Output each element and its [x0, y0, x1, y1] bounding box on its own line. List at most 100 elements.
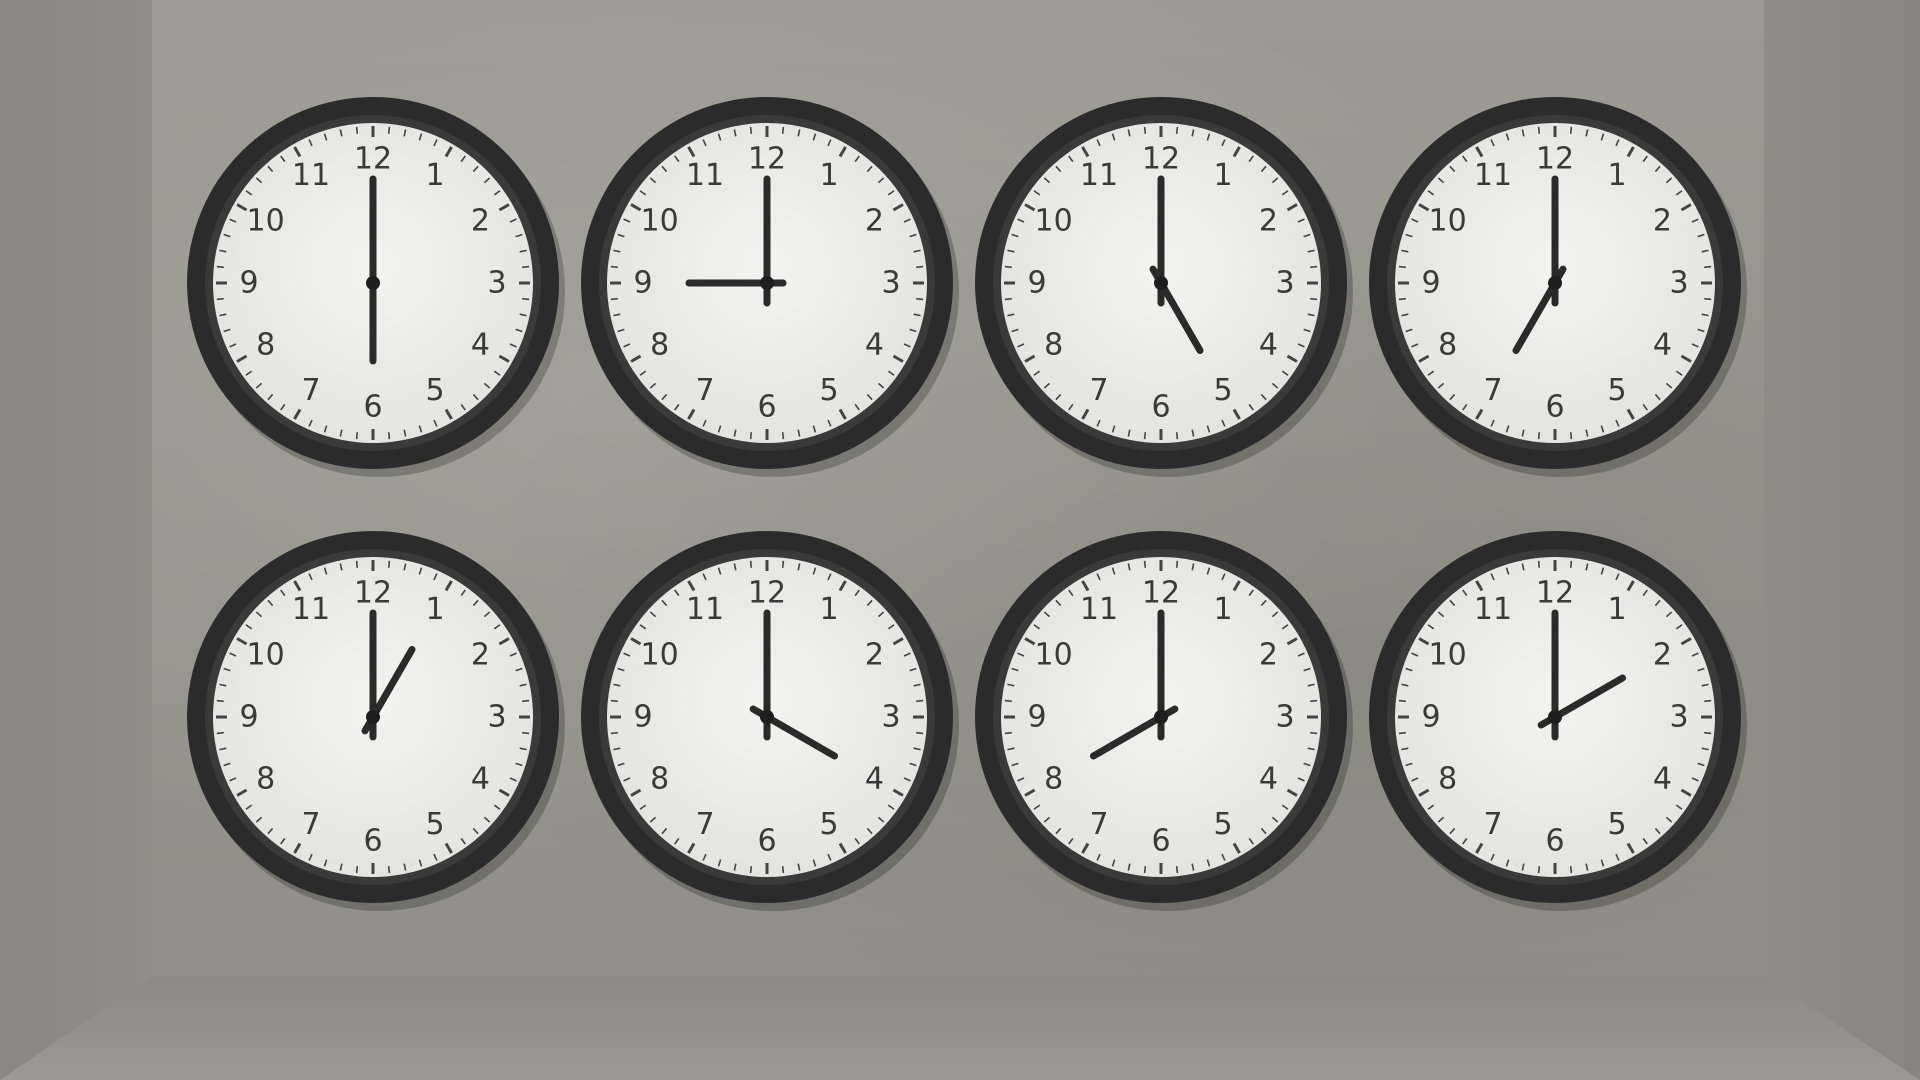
clock-numeral-1: 1: [1607, 592, 1626, 627]
clock-numeral-9: 9: [239, 700, 258, 735]
clock-numeral-5: 5: [425, 373, 444, 408]
clock-numeral-4: 4: [865, 762, 884, 797]
minute-tick: [216, 265, 224, 269]
center-cap: [366, 710, 380, 724]
minute-tick: [916, 297, 924, 301]
minute-tick: [1704, 297, 1712, 301]
center-cap: [1548, 710, 1562, 724]
minute-tick: [522, 699, 530, 703]
minute-tick: [1175, 126, 1179, 134]
clock-numeral-2: 2: [865, 638, 884, 673]
clock-numeral-10: 10: [247, 638, 285, 673]
clock-numeral-7: 7: [1483, 807, 1502, 842]
minute-tick: [916, 265, 924, 269]
clock-numeral-12: 12: [354, 142, 392, 177]
clock-numeral-3: 3: [487, 700, 506, 735]
clock-numeral-12: 12: [354, 576, 392, 611]
clock-graphic: 12 12 3 45 6 78 9 1011: [975, 531, 1353, 911]
clock-graphic: 12 12 3 45 6 78 9 1011: [1369, 531, 1747, 911]
right-wall: [1764, 0, 1920, 1080]
clock-numeral-1: 1: [819, 592, 838, 627]
clock-numeral-10: 10: [247, 204, 285, 239]
clock-graphic: 12 12 3 45 6 78 9 1011: [187, 531, 565, 911]
minute-tick: [1004, 731, 1012, 735]
minute-tick: [749, 432, 753, 440]
minute-tick: [1398, 297, 1406, 301]
minute-tick: [522, 731, 530, 735]
clock-numeral-10: 10: [1035, 638, 1073, 673]
clock-numeral-11: 11: [1080, 158, 1118, 193]
clock-graphic: 12 12 3 45 6 78 9 1011: [187, 97, 565, 477]
minute-tick: [610, 265, 618, 269]
clock-numeral-4: 4: [865, 328, 884, 363]
clock-numeral-8: 8: [650, 328, 669, 363]
clock-numeral-2: 2: [1259, 204, 1278, 239]
minute-tick: [1398, 265, 1406, 269]
clock-numeral-11: 11: [686, 158, 724, 193]
minute-tick: [387, 866, 391, 874]
wall-clock-5: 12 1 2 3 4 5 6 7 8 9 10 11: [183, 527, 565, 911]
clock-numeral-1: 1: [425, 158, 444, 193]
clock-numeral-1: 1: [425, 592, 444, 627]
minute-tick: [1143, 560, 1147, 568]
clock-numeral-10: 10: [1429, 204, 1467, 239]
minute-tick: [1569, 432, 1573, 440]
minute-tick: [781, 560, 785, 568]
clock-numeral-11: 11: [1080, 592, 1118, 627]
clock-numeral-11: 11: [686, 592, 724, 627]
clock-numeral-6: 6: [363, 824, 382, 859]
clock-numeral-8: 8: [1438, 762, 1457, 797]
clock-numeral-6: 6: [1151, 390, 1170, 425]
wall-clock-8: 12 1 2 3 4 5 6 7 8 9 10 11: [1365, 527, 1747, 911]
minute-tick: [1704, 731, 1712, 735]
clock-numeral-9: 9: [1027, 700, 1046, 735]
clock-numeral-1: 1: [819, 158, 838, 193]
wall-clock-3: 12 1 2 3 4 5 6 7 8 9 10 11: [971, 93, 1353, 477]
clock-numeral-10: 10: [641, 638, 679, 673]
minute-tick: [1004, 699, 1012, 703]
clock-numeral-5: 5: [819, 807, 838, 842]
clock-numeral-12: 12: [1536, 142, 1574, 177]
clock-numeral-11: 11: [1474, 158, 1512, 193]
clock-numeral-11: 11: [1474, 592, 1512, 627]
clock-numeral-3: 3: [1275, 700, 1294, 735]
minute-tick: [610, 731, 618, 735]
floor: [0, 976, 1920, 1080]
clock-numeral-2: 2: [1653, 204, 1672, 239]
minute-tick: [1143, 432, 1147, 440]
clock-numeral-1: 1: [1213, 592, 1232, 627]
minute-tick: [355, 126, 359, 134]
clock-numeral-2: 2: [865, 204, 884, 239]
clock-numeral-10: 10: [1035, 204, 1073, 239]
minute-tick: [1537, 866, 1541, 874]
clock-numeral-7: 7: [301, 807, 320, 842]
minute-tick: [749, 866, 753, 874]
minute-tick: [216, 731, 224, 735]
clock-numeral-8: 8: [256, 762, 275, 797]
clock-numeral-4: 4: [1653, 762, 1672, 797]
minute-tick: [1310, 265, 1318, 269]
center-cap: [1154, 276, 1168, 290]
clock-numeral-3: 3: [881, 266, 900, 301]
clock-numeral-5: 5: [1213, 373, 1232, 408]
minute-tick: [1143, 126, 1147, 134]
clock-numeral-8: 8: [1044, 762, 1063, 797]
clock-numeral-8: 8: [1438, 328, 1457, 363]
minute-tick: [1704, 265, 1712, 269]
minute-tick: [1569, 866, 1573, 874]
clock-numeral-5: 5: [425, 807, 444, 842]
clock-numeral-4: 4: [471, 762, 490, 797]
minute-tick: [1398, 731, 1406, 735]
clock-numeral-12: 12: [1142, 576, 1180, 611]
clock-numeral-6: 6: [1545, 824, 1564, 859]
clock-numeral-8: 8: [256, 328, 275, 363]
minute-tick: [1310, 731, 1318, 735]
clock-numeral-3: 3: [1669, 266, 1688, 301]
clock-numeral-10: 10: [1429, 638, 1467, 673]
clock-graphic: 12 12 3 45 6 78 9 1011: [975, 97, 1353, 477]
clock-graphic: 12 12 3 45 6 78 9 1011: [1369, 97, 1747, 477]
minute-tick: [1004, 265, 1012, 269]
minute-tick: [355, 866, 359, 874]
minute-tick: [387, 126, 391, 134]
clock-numeral-8: 8: [1044, 328, 1063, 363]
